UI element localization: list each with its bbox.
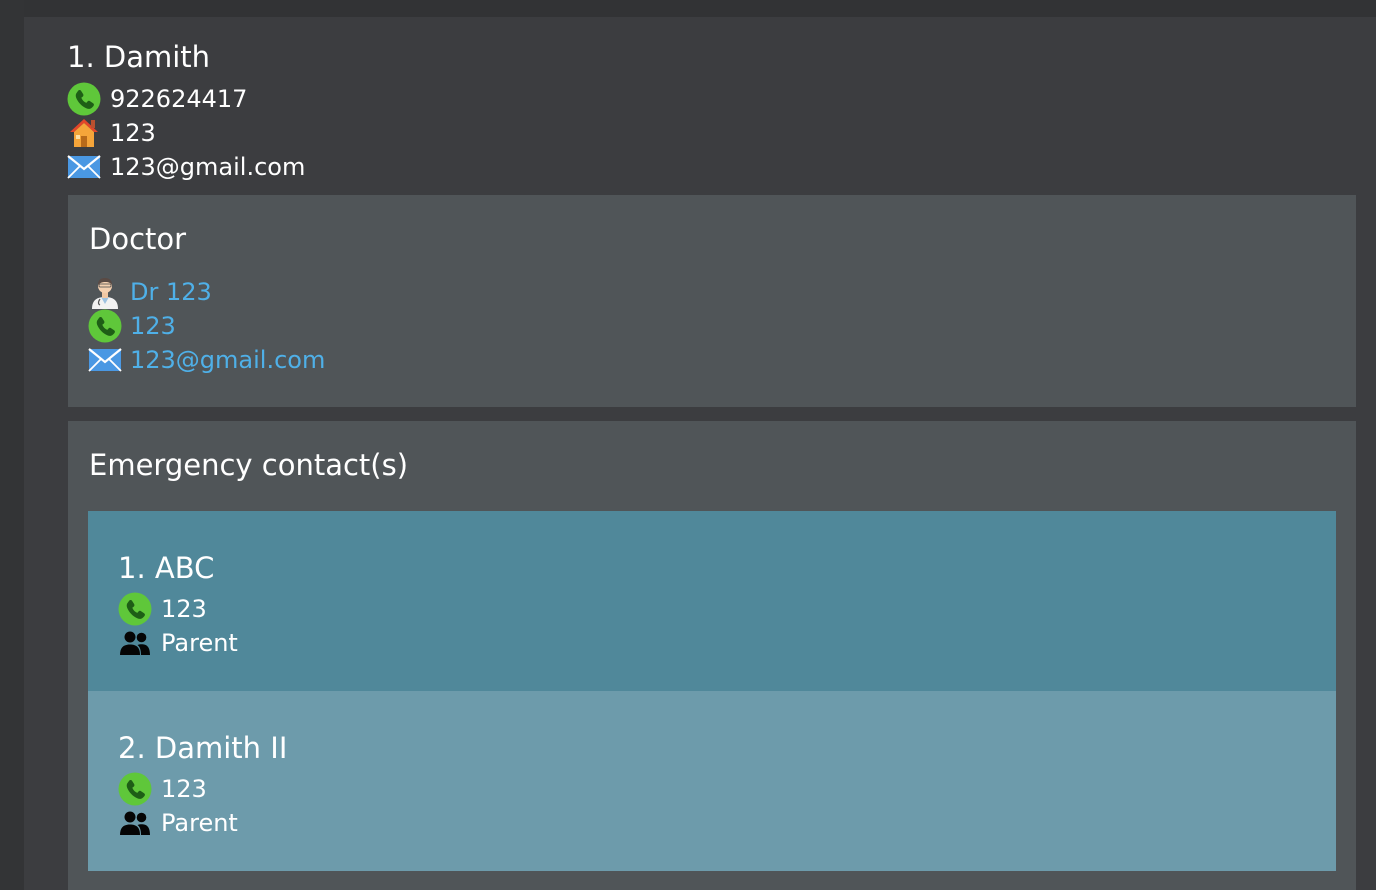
doctor-phone-row[interactable]: 123	[88, 309, 176, 343]
phone-icon	[118, 772, 152, 806]
people-icon	[118, 626, 152, 660]
emergency-contact-item[interactable]: 1. ABC 123 Parent	[88, 511, 1336, 691]
emergency-contact-name: 1. ABC	[118, 551, 215, 585]
top-panel-edge	[24, 0, 1376, 17]
emergency-contact-relationship-row: Parent	[118, 806, 238, 840]
patient-address: 123	[110, 119, 156, 147]
patient-name: 1. Damith	[67, 40, 211, 74]
emergency-contact-phone: 123	[161, 595, 207, 623]
phone-icon	[118, 592, 152, 626]
doctor-email-row[interactable]: 123@gmail.com	[88, 343, 325, 377]
emergency-contact-name: 2. Damith II	[118, 731, 288, 765]
envelope-icon	[67, 150, 101, 184]
doctor-phone-link[interactable]: 123	[130, 312, 176, 340]
doctor-avatar-icon	[88, 275, 122, 309]
people-icon	[118, 806, 152, 840]
left-panel-edge	[0, 0, 25, 890]
doctor-name-row[interactable]: Dr 123	[88, 275, 212, 309]
doctor-email-link[interactable]: 123@gmail.com	[130, 346, 325, 374]
patient-email-row: 123@gmail.com	[67, 150, 305, 184]
emergency-contact-relationship: Parent	[161, 629, 238, 657]
patient-card: 1. Damith 922624417 123 123@gmail.com Do…	[24, 17, 1376, 890]
emergency-contact-relationship-row: Parent	[118, 626, 238, 660]
emergency-heading: Emergency contact(s)	[89, 448, 409, 482]
patient-phone-row: 922624417	[67, 82, 247, 116]
patient-email: 123@gmail.com	[110, 153, 306, 181]
patient-address-row: 123	[67, 116, 156, 150]
envelope-icon	[88, 343, 122, 377]
emergency-contact-relationship: Parent	[161, 809, 238, 837]
emergency-contact-phone-row: 123	[118, 592, 207, 626]
patient-phone: 922624417	[110, 85, 248, 113]
emergency-contact-phone-row: 123	[118, 772, 207, 806]
house-icon	[67, 116, 101, 150]
emergency-contact-item[interactable]: 2. Damith II 123 Parent	[88, 691, 1336, 871]
doctor-name-link[interactable]: Dr 123	[130, 278, 212, 306]
phone-icon	[88, 309, 122, 343]
emergency-contacts-section: Emergency contact(s) 1. ABC 123 Parent 2…	[68, 421, 1356, 890]
emergency-contact-phone: 123	[161, 775, 207, 803]
doctor-section: Doctor Dr 123 123 123@gmail.com	[68, 195, 1356, 407]
doctor-heading: Doctor	[89, 222, 187, 256]
phone-icon	[67, 82, 101, 116]
